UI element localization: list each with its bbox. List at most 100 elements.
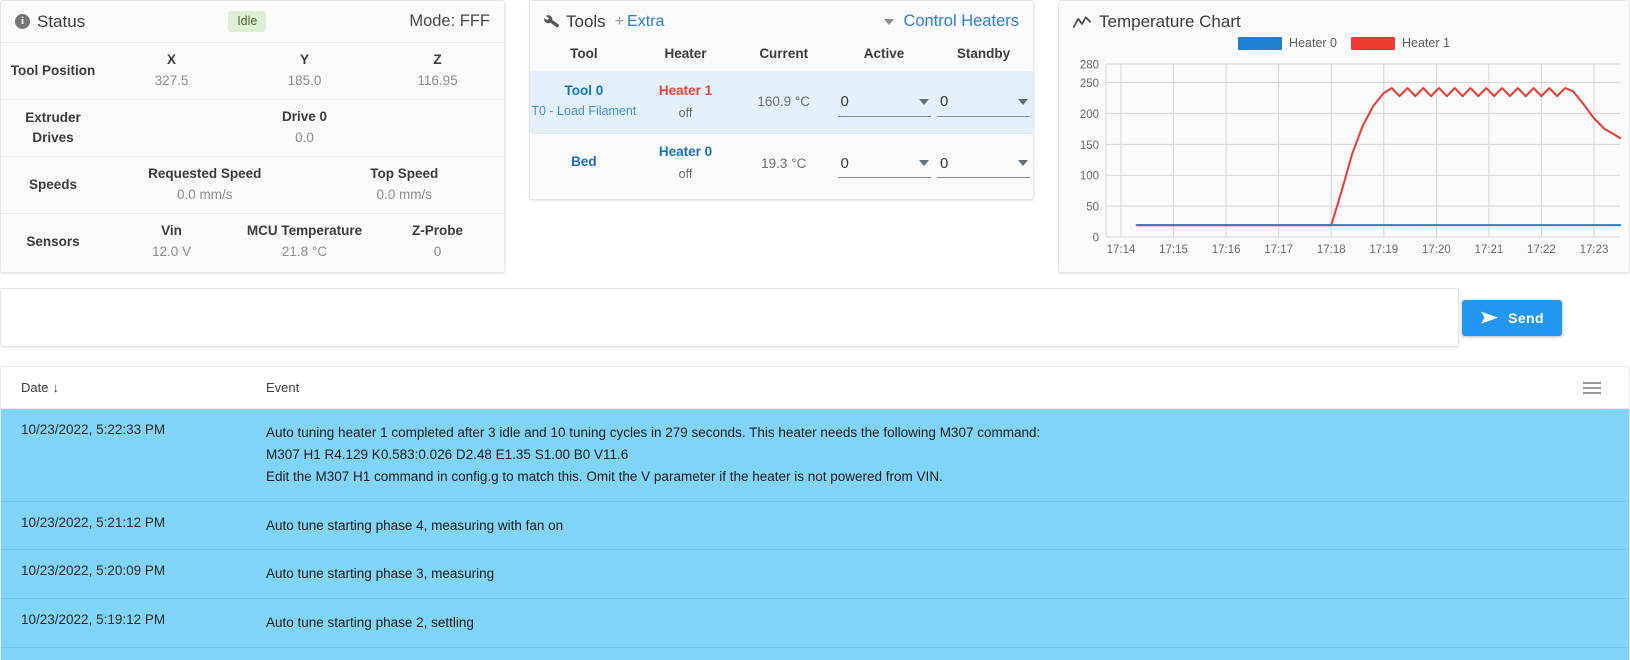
tools-table-row-tool0: Tool 0 T0 - Load Filament Heater 1 off 1… [530,71,1033,134]
status-title-group: i Status [15,12,85,32]
svg-text:17:19: 17:19 [1369,244,1398,256]
tool-position-y-label: Y [299,52,309,67]
requested-speed-label: Requested Speed [148,166,262,181]
chevron-down-icon[interactable] [1018,98,1028,105]
chevron-down-icon[interactable] [918,160,929,167]
tool-position-z-label: Z [433,52,442,67]
bed-current-cell: 19.3 °C [733,134,834,194]
bed-active-select[interactable]: 0 [837,149,931,179]
event-log-col-date-label: Date [21,380,49,395]
table-row[interactable]: 10/23/2022, 5:20:09 PM Auto tune startin… [1,550,1629,600]
bed-heater-name[interactable]: Heater 0 [638,144,734,159]
svg-text:17:21: 17:21 [1474,244,1503,256]
tool-position-z-value: 116.95 [417,73,458,88]
sensor-z-probe-value: 0 [433,244,442,259]
tool-position-z: Z 116.95 [371,43,504,99]
send-icon [1481,311,1499,324]
legend-swatch-heater0 [1238,36,1283,50]
tool0-active-select[interactable]: 0 [837,88,931,117]
table-row[interactable]: 10/23/2022, 5:21:12 PM Auto tune startin… [1,501,1629,551]
tools-col-heater: Heater [664,46,707,61]
tool0-name[interactable]: Tool 0 [530,81,638,102]
svg-text:150: 150 [1080,140,1099,152]
svg-text:50: 50 [1086,202,1099,214]
bed-cell: Bed [530,134,638,194]
status-row-tool-position: Tool Position X 327.5 Y 185.0 Z 116.95 [1,42,504,99]
svg-text:0: 0 [1093,233,1099,245]
log-row-event: Auto tune starting phase 2, settling [266,615,474,631]
status-title: Status [37,11,86,31]
chart-plot-area: 0 50 100 150 200 250 280 17:14 17:15 17:16 17:17 17… [1059,52,1629,262]
bed-standby-select[interactable]: 0 [937,149,1030,179]
extruder-drive-0-value: 0.0 [295,130,314,145]
table-row[interactable]: 10/23/2022, 5:19:12 PM Auto tune startin… [1,599,1629,649]
tools-table: Tool Heater Current Active Standby Tool … [530,42,1033,194]
chevron-down-icon[interactable] [1018,160,1028,167]
legend-label-heater1: Heater 1 [1402,36,1450,50]
tool0-current-temp: 160.9 °C [757,94,811,110]
send-button[interactable]: Send [1462,300,1562,336]
bed-standby-cell: 0 [934,134,1033,194]
tools-table-row-bed: Bed Heater 0 off 19.3 °C 0 0 [530,133,1033,194]
hamburger-icon[interactable] [1577,381,1607,394]
sensor-z-probe: Z-Probe 0 [371,214,504,270]
arrow-down-icon: ↓ [52,380,59,395]
extra-link[interactable]: Extra [627,13,664,31]
svg-text:17:20: 17:20 [1422,244,1451,256]
dwc-machine-dashboard: i Status Idle Mode: FFF Tool Position X … [0,0,1630,660]
table-row[interactable]: 10/23/2022, 5:22:33 PM Auto tuning heate… [1,409,1629,502]
tool0-active-cell: 0 [834,71,934,134]
tools-col-active: Active [863,46,905,61]
tools-card: Tools + Extra Control Heaters Tool Heate… [529,0,1034,200]
tool0-standby-cell: 0 [934,71,1033,134]
chevron-down-icon[interactable] [884,18,895,25]
bed-name[interactable]: Bed [530,152,638,173]
tool0-heater-name[interactable]: Heater 1 [638,83,734,98]
machine-mode: Mode: FFF [409,12,491,30]
temperature-chart-svg: 0 50 100 150 200 250 280 17:14 17:15 17:16 17:17 17… [1059,52,1629,257]
requested-speed: Requested Speed 0.0 mm/s [105,157,305,213]
event-log-col-event[interactable]: Event [266,380,1577,395]
table-row[interactable]: 10/23/2022, 5:17:58 PM Auto tune startin… [1,648,1629,660]
tool0-heater-cell: Heater 1 off [638,71,734,134]
line-chart-icon [1073,15,1091,28]
tools-col-tool: Tool [570,46,598,61]
chevron-down-icon[interactable] [918,98,929,105]
gcode-input-card [0,288,1459,347]
extruder-drive-0: Drive 0 0.0 [238,100,371,156]
tools-table-header-row: Tool Heater Current Active Standby [530,42,1033,71]
tools-title: Tools [566,11,606,31]
chart-title: Temperature Chart [1099,12,1241,31]
svg-text:17:22: 17:22 [1527,244,1556,256]
sensor-vin: Vin 12.0 V [105,214,238,270]
top-speed-label: Top Speed [370,166,439,181]
event-log-col-date[interactable]: Date ↓ [1,380,266,395]
status-card: i Status Idle Mode: FFF Tool Position X … [0,0,505,273]
tool0-macro-link[interactable]: T0 - Load Filament [530,102,638,121]
status-row-label: Sensors [26,233,80,249]
status-row-extruder-drives: Extruder Drives Drive 0 0.0 [1,99,504,156]
extruder-drive-0-label: Drive 0 [281,109,327,124]
gcode-input[interactable] [1,289,1458,346]
log-row-event: Auto tuning heater 1 completed after 3 i… [266,425,1041,484]
sensor-mcu-temperature: MCU Temperature 21.8 °C [238,214,371,270]
tools-col-standby: Standby [956,46,1011,61]
log-row-event: Auto tune starting phase 4, measuring wi… [266,517,564,533]
legend-item-heater1[interactable]: Heater 1 [1351,36,1450,50]
bed-current-temp: 19.3 °C [761,155,807,171]
temperature-chart-card: Temperature Chart Heater 0 Heater 1 0 50 1… [1058,0,1630,273]
control-heaters-link[interactable]: Control Heaters [903,12,1019,31]
tool0-standby-select[interactable]: 0 [937,88,1030,117]
tool0-standby-value: 0 [940,93,949,111]
tool-position-x: X 327.5 [105,43,238,99]
bed-active-cell: 0 [834,134,934,194]
svg-text:250: 250 [1080,78,1099,90]
tools-card-header: Tools + Extra Control Heaters [530,1,1033,42]
bed-active-value: 0 [840,154,849,172]
add-tool-plus-icon[interactable]: + [615,13,624,31]
tool-position-x-label: X [166,52,176,67]
log-row-event: Auto tune starting phase 1, heating up [266,648,1629,660]
top-speed: Top Speed 0.0 mm/s [305,157,505,213]
sensor-vin-value: 12.0 V [151,244,192,259]
legend-item-heater0[interactable]: Heater 0 [1238,36,1337,50]
